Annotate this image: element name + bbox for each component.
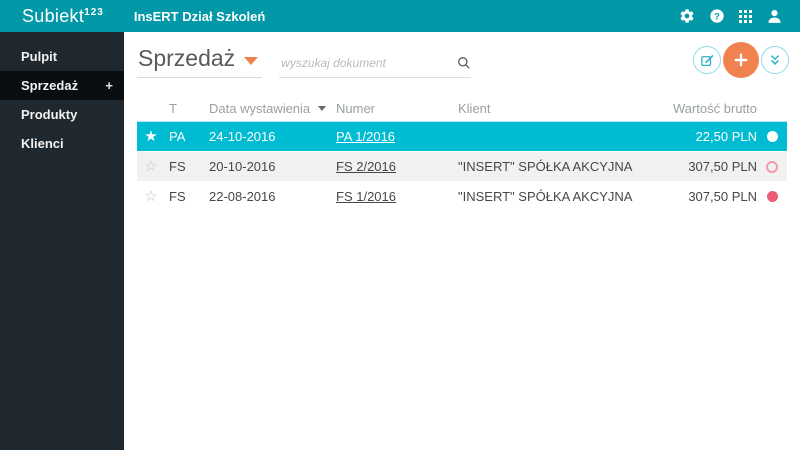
status-dot[interactable] (766, 131, 778, 142)
main-content: Sprzedaż T Data wystawienia (124, 32, 800, 450)
app-logo-text: Subiekt (22, 5, 85, 26)
sidebar-item-label: Pulpit (21, 49, 58, 64)
column-amount[interactable]: Wartość brutto (645, 101, 757, 116)
documents-table: T Data wystawienia Numer Klient Wartość … (137, 96, 787, 211)
user-icon[interactable] (766, 8, 783, 25)
sidebar-item-produkty[interactable]: Produkty (0, 100, 124, 129)
document-link[interactable]: FS 2/2016 (336, 159, 396, 174)
sidebar-item-pulpit[interactable]: Pulpit (0, 42, 124, 71)
sidebar: Pulpit Sprzedaż + Produkty Klienci (0, 32, 124, 450)
apps-grid-icon[interactable] (739, 9, 752, 23)
doc-amount: 22,50 PLN (695, 129, 757, 144)
doc-type: PA (169, 129, 186, 144)
star-icon[interactable]: ☆ (137, 189, 165, 204)
sort-desc-icon (318, 106, 327, 111)
help-icon[interactable]: ? (709, 8, 725, 24)
document-link[interactable]: FS 1/2016 (336, 189, 396, 204)
plus-icon (734, 53, 748, 67)
status-dot[interactable] (766, 160, 778, 173)
add-button[interactable] (723, 42, 759, 78)
column-klient[interactable]: Klient (458, 101, 645, 116)
table-header: T Data wystawienia Numer Klient Wartość … (137, 96, 787, 122)
toolbar-actions (693, 42, 789, 78)
topbar: Subiekt123 InsERT Dział Szkoleń ? (0, 0, 800, 32)
page-title-dropdown[interactable]: Sprzedaż (137, 45, 263, 78)
star-icon[interactable]: ★ (137, 129, 165, 144)
doc-date: 22-08-2016 (209, 189, 276, 204)
table-row[interactable]: ★ PA 24-10-2016 PA 1/2016 22,50 PLN (137, 122, 787, 151)
sidebar-item-label: Klienci (21, 136, 64, 151)
doc-type: FS (169, 189, 186, 204)
double-chevron-down-icon (770, 55, 780, 65)
doc-date: 20-10-2016 (209, 159, 276, 174)
column-date[interactable]: Data wystawienia (205, 101, 332, 116)
doc-amount: 307,50 PLN (688, 159, 757, 174)
doc-type: FS (169, 159, 186, 174)
sidebar-item-klienci[interactable]: Klienci (0, 129, 124, 158)
table-row[interactable]: ☆ FS 22-08-2016 FS 1/2016 "INSERT" SPÓŁK… (137, 182, 787, 211)
doc-amount: 307,50 PLN (688, 189, 757, 204)
search-input[interactable] (279, 55, 458, 71)
column-type[interactable]: T (165, 101, 205, 116)
edit-icon (700, 54, 713, 66)
doc-client: "INSERT" SPÓŁKA AKCYJNA (458, 159, 633, 174)
search-box (279, 55, 472, 78)
table-row[interactable]: ☆ FS 20-10-2016 FS 2/2016 "INSERT" SPÓŁK… (137, 152, 787, 181)
column-numer[interactable]: Numer (332, 101, 458, 116)
sidebar-item-label: Produkty (21, 107, 78, 122)
dropdown-caret-icon (244, 57, 259, 65)
search-icon[interactable] (457, 56, 471, 70)
page-header: Sprzedaż (124, 32, 800, 78)
app-logo-sup: 123 (84, 6, 104, 18)
settings-icon[interactable] (679, 8, 695, 24)
sidebar-item-sprzedaz[interactable]: Sprzedaż + (0, 71, 124, 100)
doc-client: "INSERT" SPÓŁKA AKCYJNA (458, 189, 633, 204)
expand-button[interactable] (761, 46, 789, 74)
status-dot[interactable] (766, 191, 778, 202)
company-name: InsERT Dział Szkoleń (133, 8, 266, 24)
svg-text:?: ? (714, 11, 720, 21)
app-logo[interactable]: Subiekt123 (22, 6, 104, 27)
page-title: Sprzedaż (138, 45, 236, 71)
expand-plus-icon[interactable]: + (105, 71, 113, 100)
topbar-icons: ? (679, 8, 783, 25)
edit-button[interactable] (693, 46, 721, 74)
document-link[interactable]: PA 1/2016 (336, 129, 395, 144)
sidebar-item-label: Sprzedaż (21, 78, 79, 93)
doc-date: 24-10-2016 (209, 129, 276, 144)
star-icon[interactable]: ☆ (137, 159, 165, 174)
